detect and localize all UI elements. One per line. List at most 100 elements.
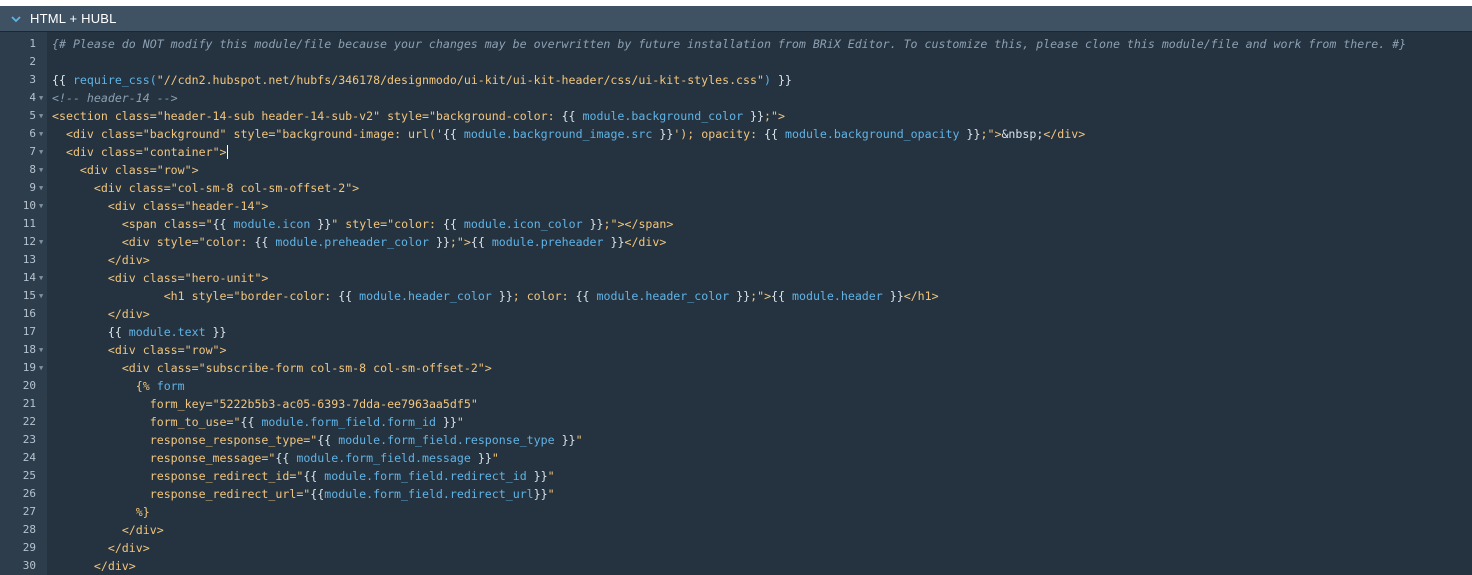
fold-arrow-icon[interactable]: ▼ (39, 197, 47, 215)
line-number: 28 (22, 523, 36, 536)
code-token: {{ (212, 217, 234, 231)
code-line[interactable]: 9 ▼ <div class="col-sm-8 col-sm-offset-2"… (0, 179, 1472, 197)
code-line[interactable]: 22 form_to_use= " {{ module.form_field.for… (0, 413, 1472, 431)
code-token: " (491, 451, 499, 465)
code-token: {{ (107, 325, 129, 339)
code-token: {{ (442, 217, 464, 231)
code-line[interactable]: 30 </div> (0, 557, 1472, 575)
code-line[interactable]: 4 ▼ <!-- header-14 --> (0, 89, 1472, 107)
code-token: <section (52, 109, 115, 123)
code-token: > (484, 361, 492, 375)
code-line-text: form_to_use= " {{ module.form_field.form_i… (52, 413, 464, 431)
code-line-text: <section class="header-14-sub header-14-… (52, 107, 785, 125)
code-line[interactable]: 28 </div> (0, 521, 1472, 539)
code-token: {{ (338, 289, 360, 303)
code-line[interactable]: 19 ▼ <div class="subscribe-form col-sm-8 … (0, 359, 1472, 377)
code-token: {% (135, 379, 157, 393)
code-line[interactable]: 21 form_key="5222b5b3-ac05-6393-7dda-ee7… (0, 395, 1472, 413)
code-token: "5222b5b3-ac05-6393-7dda-ee7963aa5df5" (212, 397, 478, 411)
code-token: }} (533, 487, 548, 501)
code-line-text: <div class="container"> (52, 143, 228, 161)
code-line-text: <!-- header-14 --> (52, 89, 178, 107)
code-line[interactable]: 3 {{ require_css("//cdn2.hubspot.net/hubf… (0, 71, 1472, 89)
code-token: class= (100, 127, 143, 141)
code-token: }} (470, 451, 492, 465)
code-token: </div> (107, 307, 150, 321)
code-line[interactable]: 24 response_message= " {{ module.form_fiel… (0, 449, 1472, 467)
code-line[interactable]: 7 ▼ <div class="container"> (0, 143, 1472, 161)
code-token: " (575, 433, 583, 447)
code-line[interactable]: 26 response_redirect_url= " {{module.form_… (0, 485, 1472, 503)
code-line[interactable]: 10 ▼ <div class="header-14"> (0, 197, 1472, 215)
code-token: style= (233, 127, 276, 141)
code-line[interactable]: 8 ▼ <div class="row"> (0, 161, 1472, 179)
code-token: ;" (449, 235, 464, 249)
line-number: 17 (22, 325, 36, 338)
fold-arrow-icon[interactable]: ▼ (39, 269, 47, 287)
chevron-down-icon (11, 15, 21, 22)
panel-title: HTML + HUBL (30, 11, 117, 26)
code-line[interactable]: 18 ▼ <div class="row"> (0, 341, 1472, 359)
code-line-text: </div> (52, 539, 150, 557)
code-token: {{ (254, 235, 276, 249)
fold-arrow-icon[interactable]: ▼ (39, 143, 47, 161)
code-line[interactable]: 14 ▼ <div class="hero-unit"> (0, 269, 1472, 287)
code-line[interactable]: 12 ▼ <div style="color: {{ module.prehead… (0, 233, 1472, 251)
code-line[interactable]: 1 {# Please do NOT modify this module/fil… (0, 35, 1472, 53)
code-token: <div (107, 343, 143, 357)
code-token: class= (156, 361, 199, 375)
code-line[interactable]: 13 </div> (0, 251, 1472, 269)
fold-arrow-icon[interactable]: ▼ (39, 107, 47, 125)
line-number: 27 (22, 505, 36, 518)
code-token: %} (135, 505, 150, 519)
code-token: <div (107, 199, 143, 213)
line-number: 23 (22, 433, 36, 446)
line-number: 21 (22, 397, 36, 410)
code-line[interactable]: 29 </div> (0, 539, 1472, 557)
fold-arrow-icon[interactable]: ▼ (39, 341, 47, 359)
code-token: response_message= (149, 451, 269, 465)
fold-arrow-icon[interactable]: ▼ (39, 161, 47, 179)
code-line[interactable]: 2 (0, 53, 1472, 71)
code-token: {{ (317, 433, 339, 447)
code-line[interactable]: 27 %} (0, 503, 1472, 521)
fold-arrow-icon[interactable]: ▼ (39, 125, 47, 143)
code-token: <div (121, 235, 157, 249)
code-line[interactable]: 11 <span class="{{ module.icon }}" style… (0, 215, 1472, 233)
code-line[interactable]: 23 response_response_type= " {{ module.for… (0, 431, 1472, 449)
code-line-text: response_message= " {{ module.form_field.m… (52, 449, 499, 467)
fold-arrow-icon[interactable]: ▼ (39, 89, 47, 107)
code-line[interactable]: 20 {% form (0, 377, 1472, 395)
code-line-text: response_redirect_id= " {{ module.form_fie… (52, 467, 555, 485)
code-area[interactable]: 1 {# Please do NOT modify this module/fil… (0, 35, 1472, 575)
fold-arrow-icon[interactable]: ▼ (39, 233, 47, 251)
code-line-text: {{ require_css("//cdn2.hubspot.net/hubfs… (52, 71, 792, 89)
code-token: <span (121, 217, 164, 231)
code-token: }} (435, 415, 457, 429)
code-line[interactable]: 15 ▼ <h1 style="border-color: {{ module.h… (0, 287, 1472, 305)
code-token: {# Please do NOT modify this module/file… (52, 37, 1407, 51)
code-line[interactable]: 6 ▼ <div class="background" style="backgr… (0, 125, 1472, 143)
code-token: }} (491, 289, 513, 303)
code-token: </h1> (903, 289, 939, 303)
code-line[interactable]: 16 </div> (0, 305, 1472, 323)
panel-collapse-toggle[interactable]: HTML + HUBL (0, 6, 117, 31)
line-number: 29 (22, 541, 36, 554)
code-token: > (261, 199, 269, 213)
code-token: module.preheader (491, 235, 604, 249)
fold-arrow-icon[interactable]: ▼ (39, 179, 47, 197)
code-token: > (764, 289, 772, 303)
code-line[interactable]: 5 ▼ <section class="header-14-sub header-1… (0, 107, 1472, 125)
code-token: <div (121, 361, 157, 375)
fold-arrow-icon[interactable]: ▼ (39, 359, 47, 377)
fold-arrow-icon[interactable]: ▼ (39, 287, 47, 305)
code-line[interactable]: 25 response_redirect_id= " {{ module.form_… (0, 467, 1472, 485)
code-line[interactable]: 17 {{ module.text }} (0, 323, 1472, 341)
